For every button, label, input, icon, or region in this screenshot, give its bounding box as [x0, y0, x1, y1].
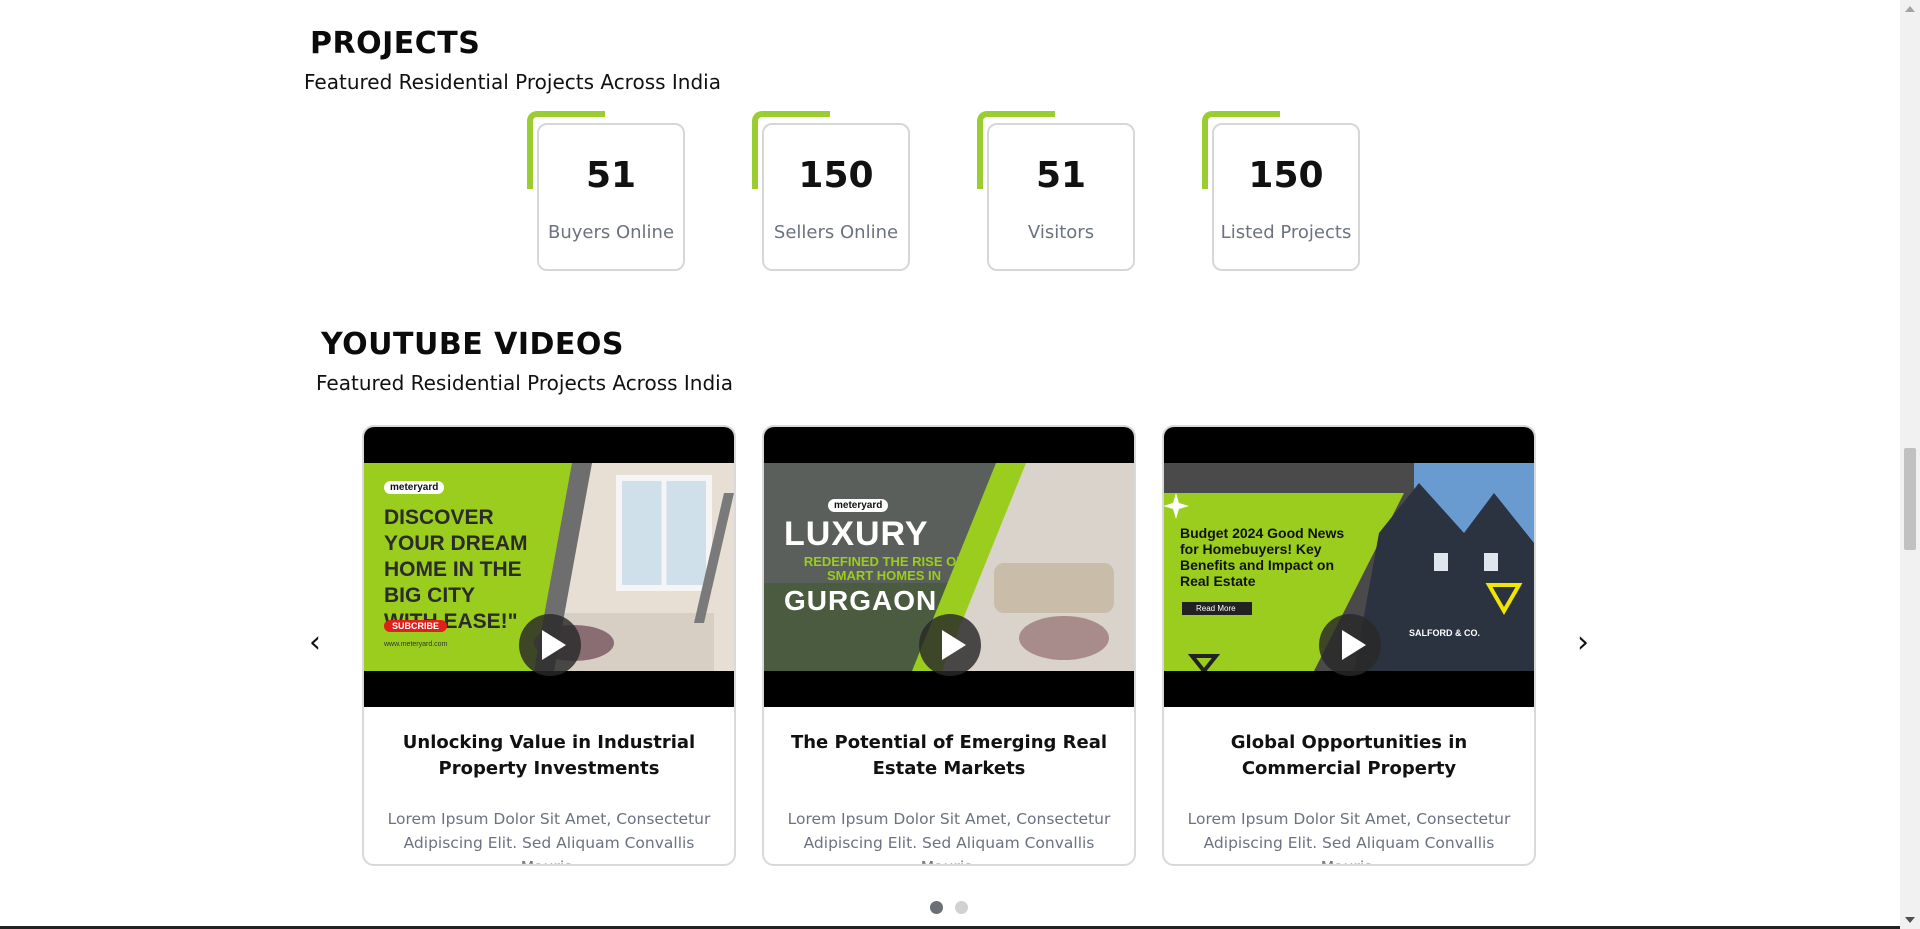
scrollbar-thumb[interactable] — [1904, 448, 1916, 550]
brand-label: meteryard — [828, 499, 889, 512]
stat-label: Buyers Online — [547, 222, 675, 243]
play-icon[interactable] — [919, 614, 981, 676]
video-card[interactable]: meteryard LUXURY REDEFINED THE RISE OF S… — [762, 425, 1136, 866]
projects-title: PROJECTS — [310, 26, 481, 61]
stat-box: 150 Sellers Online — [762, 123, 910, 271]
carousel-dot-1[interactable] — [930, 901, 943, 914]
stat-listed-projects: 150 Listed Projects — [1202, 111, 1360, 271]
stat-value: 51 — [585, 155, 637, 196]
video-description: Lorem Ipsum Dolor Sit Amet, Consectetur … — [787, 810, 1111, 864]
stat-box: 150 Listed Projects — [1212, 123, 1360, 271]
video-card[interactable]: Budget 2024 Good News for Homebuyers! Ke… — [1162, 425, 1536, 866]
stat-label: Visitors — [1027, 222, 1095, 243]
thumbnail-headline: DISCOVER YOUR DREAM HOME IN THE BIG CITY… — [384, 506, 528, 633]
thumbnail-url: www.meteryard.com — [384, 641, 448, 648]
projects-subtitle: Featured Residential Projects Across Ind… — [304, 70, 721, 94]
video-thumbnail[interactable]: meteryard LUXURY REDEFINED THE RISE OF S… — [764, 427, 1134, 707]
stat-buyers-online: 51 Buyers Online — [527, 111, 685, 271]
thumbnail-cta: SUBCRIBE — [384, 620, 448, 632]
carousel-next-button[interactable]: › — [1568, 628, 1598, 658]
video-title[interactable]: Unlocking Value in Industrial Property I… — [376, 730, 722, 782]
video-thumbnail[interactable]: Budget 2024 Good News for Homebuyers! Ke… — [1164, 427, 1534, 707]
thumbnail-headline: LUXURY — [784, 515, 929, 553]
video-description: Lorem Ipsum Dolor Sit Amet, Consectetur … — [387, 810, 711, 864]
scroll-up-icon[interactable] — [1905, 6, 1915, 12]
video-title[interactable]: Global Opportunities in Commercial Prope… — [1176, 730, 1522, 782]
scroll-down-icon[interactable] — [1905, 917, 1915, 923]
stat-label: Listed Projects — [1220, 222, 1352, 243]
stat-value: 51 — [1035, 155, 1087, 196]
thumbnail-subheadline: REDEFINED THE RISE OF SMART HOMES IN — [803, 554, 965, 583]
thumbnail-city: GURGAON — [784, 585, 938, 616]
chevron-right-icon: › — [1577, 625, 1589, 660]
carousel-dot-2[interactable] — [955, 901, 968, 914]
carousel-prev-button[interactable]: ‹ — [300, 628, 330, 658]
videos-title: YOUTUBE VIDEOS — [321, 327, 625, 362]
stat-visitors: 51 Visitors — [977, 111, 1135, 271]
stat-box: 51 Buyers Online — [537, 123, 685, 271]
brand-label: meteryard — [384, 481, 445, 494]
chevron-left-icon: ‹ — [309, 625, 321, 660]
thumbnail-headline: Budget 2024 Good News for Homebuyers! Ke… — [1180, 525, 1345, 589]
video-title[interactable]: The Potential of Emerging Real Estate Ma… — [776, 730, 1122, 782]
video-description: Lorem Ipsum Dolor Sit Amet, Consectetur … — [1187, 810, 1511, 864]
stat-value: 150 — [1248, 155, 1324, 196]
video-card[interactable]: meteryard DISCOVER YOUR DREAM HOME IN TH… — [362, 425, 736, 866]
stat-box: 51 Visitors — [987, 123, 1135, 271]
videos-subtitle: Featured Residential Projects Across Ind… — [316, 371, 733, 395]
play-icon[interactable] — [1319, 614, 1381, 676]
play-icon[interactable] — [519, 614, 581, 676]
vertical-scrollbar[interactable] — [1900, 0, 1920, 929]
stat-sellers-online: 150 Sellers Online — [752, 111, 910, 271]
video-thumbnail[interactable]: meteryard DISCOVER YOUR DREAM HOME IN TH… — [364, 427, 734, 707]
thumbnail-company: SALFORD & CO. — [1409, 628, 1480, 638]
stat-label: Sellers Online — [773, 222, 899, 243]
thumbnail-cta: Read More — [1182, 602, 1252, 615]
stat-value: 150 — [798, 155, 874, 196]
page: PROJECTS Featured Residential Projects A… — [0, 0, 1900, 929]
